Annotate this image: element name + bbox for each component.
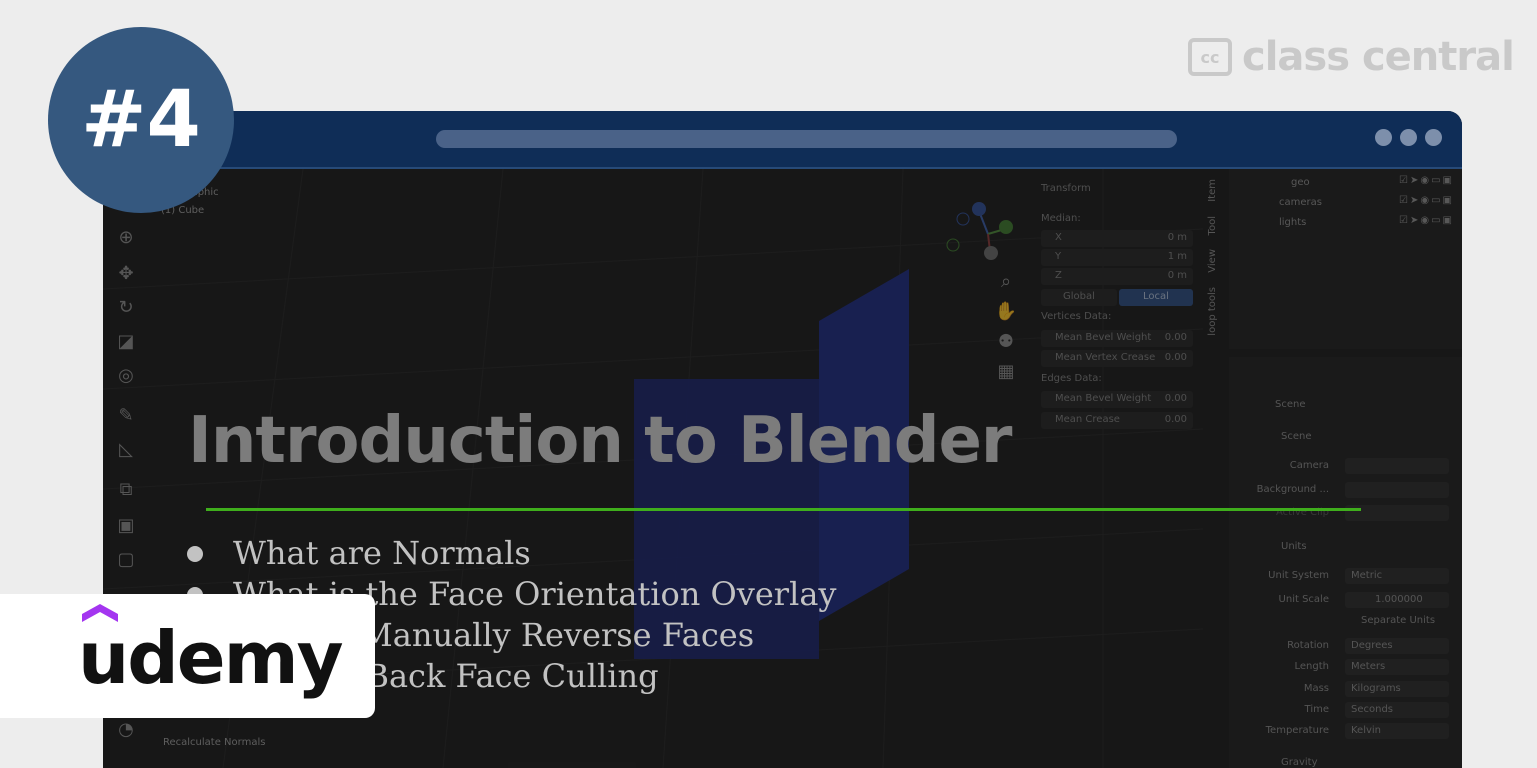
window-dot-icon[interactable] — [1425, 129, 1442, 146]
rank-badge: #4 — [48, 27, 234, 213]
udemy-logo-card: udemy — [0, 594, 375, 718]
address-bar[interactable] — [436, 130, 1177, 148]
list-item: What are Normals — [183, 533, 836, 574]
udemy-logo-text: udemy — [78, 616, 344, 700]
window-controls — [1375, 129, 1442, 146]
window-titlebar — [103, 111, 1462, 169]
window-dot-icon[interactable] — [1375, 129, 1392, 146]
class-central-name: class central — [1242, 34, 1515, 80]
slide-title: Introduction to Blender — [188, 404, 1012, 478]
window-dot-icon[interactable] — [1400, 129, 1417, 146]
cc-icon: cc — [1188, 38, 1232, 76]
class-central-logo: cc class central — [1188, 34, 1515, 80]
title-underline — [206, 508, 1361, 511]
